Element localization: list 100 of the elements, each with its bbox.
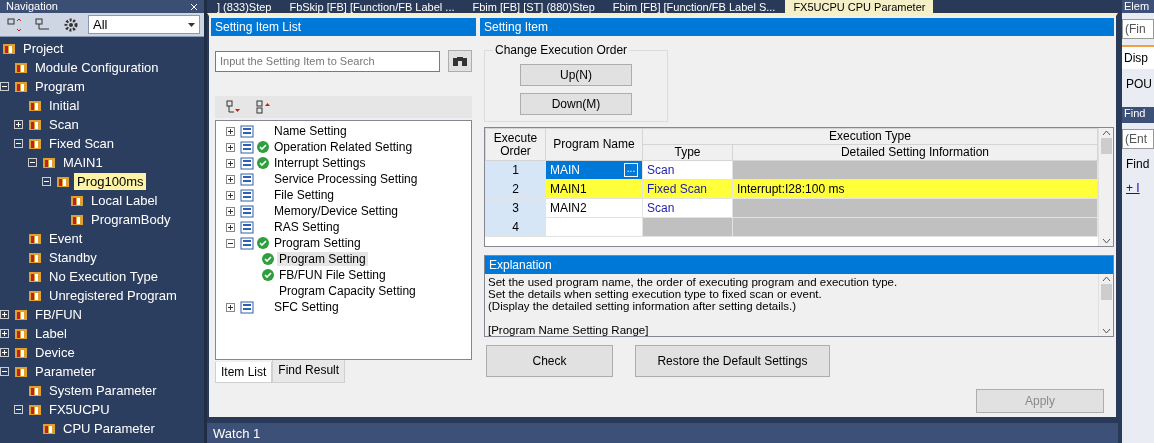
tree-item[interactable]: Memory/Device Setting: [272, 204, 401, 218]
scroll-down-icon[interactable]: [1101, 328, 1111, 334]
settings-page-icon: [240, 204, 254, 218]
field-label: Find: [1125, 156, 1151, 173]
tree-item[interactable]: Program Setting: [277, 252, 368, 266]
expand-toggle[interactable]: [0, 348, 9, 357]
folder-icon: [28, 384, 42, 397]
column-header: Program Name: [545, 128, 643, 161]
tree-item[interactable]: FB/FUN File Setting: [277, 268, 388, 282]
search-field[interactable]: (Ent: [1122, 129, 1154, 149]
scrollbar[interactable]: [1098, 128, 1113, 246]
expand-link[interactable]: + I: [1122, 179, 1154, 197]
scroll-thumb[interactable]: [1100, 284, 1112, 300]
expand-toggle[interactable]: [226, 174, 235, 184]
pane-tab[interactable]: Find Result: [272, 360, 346, 383]
tree-item[interactable]: Parameter: [32, 363, 99, 380]
tree-item[interactable]: Unregistered Program: [46, 287, 180, 304]
expand-toggle[interactable]: [226, 190, 235, 200]
settings-page-icon: [240, 140, 254, 154]
collapse-toggle[interactable]: [0, 82, 9, 91]
tree-item[interactable]: Project: [20, 40, 67, 57]
collapse-toggle[interactable]: [226, 238, 235, 248]
folder-icon: [28, 270, 42, 283]
expand-toggle[interactable]: [0, 310, 9, 319]
tree-item[interactable]: Event: [46, 230, 86, 247]
tree-item[interactable]: Program Setting: [272, 236, 363, 250]
folder-icon: [28, 99, 42, 112]
panel-tab[interactable]: Disp: [1122, 45, 1154, 69]
binoculars-icon: [452, 55, 468, 67]
scroll-down-icon[interactable]: [1101, 238, 1111, 244]
expand-toggle[interactable]: [226, 302, 235, 312]
tree-item[interactable]: ProgramBody: [88, 211, 174, 228]
tree-item[interactable]: Local Label: [88, 192, 161, 209]
collapse-toggle[interactable]: [28, 158, 37, 167]
group-title: Change Execution Order: [493, 43, 630, 57]
browse-button[interactable]: ...: [624, 163, 638, 177]
collapse-toggle[interactable]: [14, 405, 23, 414]
filter-dropdown[interactable]: All: [88, 15, 200, 34]
order-button[interactable]: Up(N): [520, 64, 632, 86]
tree-item[interactable]: CPU Parameter: [60, 420, 158, 437]
scroll-thumb[interactable]: [1100, 138, 1112, 154]
expand-toggle[interactable]: [0, 329, 9, 338]
tree-item[interactable]: SFC Setting: [272, 300, 341, 314]
action-button[interactable]: Check: [486, 345, 613, 377]
tree-item[interactable]: Scan: [46, 116, 82, 133]
tree-item[interactable]: MAIN1: [60, 154, 106, 171]
collapse-all-icon: [226, 100, 242, 114]
order-button[interactable]: Down(M): [520, 93, 632, 115]
tree-item[interactable]: Prog100ms: [74, 173, 147, 190]
tree-item[interactable]: Operation Related Setting: [272, 140, 415, 154]
sort-icon: [7, 17, 23, 32]
tree-item[interactable]: No Execution Type: [46, 268, 161, 285]
settings-page-icon: [240, 156, 254, 170]
tree-item[interactable]: Standby: [46, 249, 100, 266]
folder-icon: [28, 118, 42, 131]
scroll-up-icon[interactable]: [1101, 130, 1111, 136]
tree-item[interactable]: Interrupt Settings: [272, 156, 368, 170]
tree-item[interactable]: RAS Setting: [272, 220, 342, 234]
folder-icon: [70, 194, 84, 207]
folder-icon: [42, 422, 56, 435]
gear-icon: [63, 16, 79, 33]
tree-item[interactable]: System Parameter: [46, 382, 160, 399]
tree-item[interactable]: FB/FUN: [32, 306, 85, 323]
column-header: Execution Type: [642, 128, 1098, 145]
scroll-up-icon[interactable]: [1101, 276, 1111, 282]
folder-icon: [14, 327, 28, 340]
folder-icon: [14, 346, 28, 359]
binoculars-button[interactable]: [448, 50, 472, 72]
close-icon[interactable]: [190, 2, 198, 11]
search-field[interactable]: Input the Setting Item to Search: [215, 50, 440, 72]
tree-item[interactable]: Initial: [46, 97, 83, 114]
collapse-toggle[interactable]: [14, 139, 23, 148]
tree-item[interactable]: File Setting: [272, 188, 337, 202]
folder-icon: [42, 156, 56, 169]
tree-item[interactable]: Name Setting: [272, 124, 349, 138]
tree-item[interactable]: Program: [32, 78, 88, 95]
tree-item[interactable]: Label: [32, 325, 70, 342]
tree-item[interactable]: FX5UCPU: [46, 401, 113, 418]
tree-item[interactable]: Program Capacity Setting: [277, 284, 418, 298]
tree-item[interactable]: Service Processing Setting: [272, 172, 420, 186]
folder-icon: [70, 213, 84, 226]
folder-icon: [28, 251, 42, 264]
expand-toggle[interactable]: [226, 206, 235, 216]
action-button[interactable]: Restore the Default Settings: [635, 345, 830, 377]
scrollbar[interactable]: [1098, 274, 1113, 336]
tree-item[interactable]: Module Configuration: [32, 59, 162, 76]
expand-toggle[interactable]: [226, 158, 235, 168]
expand-toggle[interactable]: [226, 126, 235, 136]
expand-toggle[interactable]: [14, 120, 23, 129]
search-field[interactable]: (Fin: [1122, 19, 1154, 39]
document-tab[interactable]: FX5UCPU CPU Parameter: [785, 0, 934, 13]
collapse-toggle[interactable]: [0, 367, 9, 376]
collapse-toggle[interactable]: [42, 177, 51, 186]
settings-page-icon: [240, 220, 254, 234]
expand-toggle[interactable]: [226, 222, 235, 232]
tree-item[interactable]: Device: [32, 344, 78, 361]
folder-icon: [28, 137, 42, 150]
expand-toggle[interactable]: [226, 142, 235, 152]
tree-item[interactable]: Fixed Scan: [46, 135, 118, 152]
pane-tab[interactable]: Item List: [215, 362, 273, 383]
